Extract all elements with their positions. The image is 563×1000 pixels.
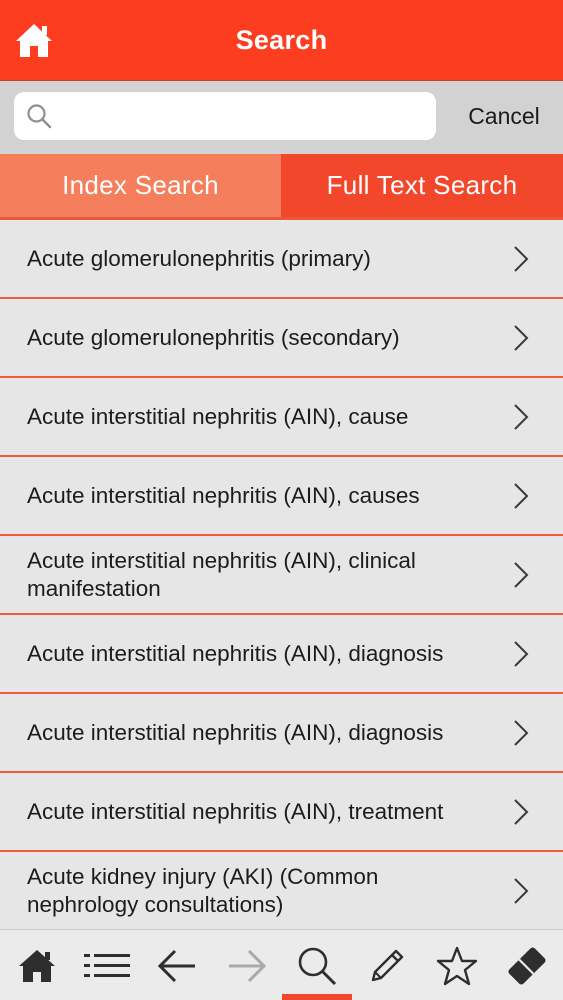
list-icon (84, 953, 130, 977)
forward-arrow-icon (229, 949, 267, 982)
chevron-right-icon (514, 798, 529, 825)
tab-full-text-search[interactable]: Full Text Search (281, 154, 563, 217)
search-field[interactable] (14, 92, 436, 140)
cancel-button[interactable]: Cancel (456, 92, 552, 140)
list-item-label: Acute interstitial nephritis (AIN), trea… (27, 798, 444, 824)
list-item[interactable]: Acute kidney injury (AKI) (Common nephro… (0, 852, 563, 929)
chevron-right-icon (514, 324, 529, 351)
list-item-label: Acute interstitial nephritis (AIN), diag… (27, 640, 444, 666)
list-item[interactable]: Acute interstitial nephritis (AIN), diag… (0, 694, 563, 773)
search-bar: Cancel (0, 80, 563, 154)
list-item-label: Acute glomerulonephritis (primary) (27, 245, 371, 271)
results-list: Acute glomerulonephritis (primary) Acute… (0, 217, 563, 929)
chevron-right-icon (514, 719, 529, 746)
home-icon (19, 949, 55, 982)
bottom-toolbar (0, 929, 563, 1000)
toolbar-eraser-button[interactable] (492, 930, 562, 1000)
toolbar-home-button[interactable] (2, 930, 72, 1000)
list-item[interactable]: Acute interstitial nephritis (AIN), diag… (0, 615, 563, 694)
list-item-label: Acute interstitial nephritis (AIN), caus… (27, 482, 420, 508)
search-icon (298, 947, 337, 985)
chevron-right-icon (514, 403, 529, 430)
toolbar-search-button[interactable] (282, 930, 352, 1000)
tab-index-search[interactable]: Index Search (0, 154, 281, 217)
toolbar-back-button[interactable] (142, 930, 212, 1000)
chevron-right-icon (514, 561, 529, 588)
pencil-icon (371, 949, 404, 981)
list-item-label: Acute interstitial nephritis (AIN), diag… (27, 719, 444, 745)
list-item[interactable]: Acute glomerulonephritis (primary) (0, 220, 563, 299)
list-item[interactable]: Acute interstitial nephritis (AIN), trea… (0, 773, 563, 852)
list-item-label: Acute interstitial nephritis (AIN), clin… (27, 547, 416, 601)
app-screen: Search Cancel Index Search Full Text Sea… (0, 0, 563, 1000)
search-input[interactable] (62, 98, 422, 134)
home-icon (16, 24, 52, 57)
list-item[interactable]: Acute interstitial nephritis (AIN), caus… (0, 457, 563, 536)
chevron-right-icon (514, 245, 529, 272)
eraser-icon (508, 946, 546, 985)
chevron-right-icon (514, 482, 529, 509)
magnifier-icon (27, 104, 52, 129)
nav-bar: Search (0, 0, 563, 80)
search-mode-tabs: Index Search Full Text Search (0, 154, 563, 217)
list-item-label: Acute glomerulonephritis (secondary) (27, 324, 400, 350)
page-title: Search (235, 24, 328, 55)
list-item[interactable]: Acute glomerulonephritis (secondary) (0, 299, 563, 378)
active-tab-indicator (282, 994, 352, 1000)
chevron-right-icon (514, 640, 529, 667)
list-item[interactable]: Acute interstitial nephritis (AIN), caus… (0, 378, 563, 457)
toolbar-forward-button[interactable] (212, 930, 282, 1000)
list-item[interactable]: Acute interstitial nephritis (AIN), clin… (0, 536, 563, 615)
star-icon (436, 946, 478, 985)
toolbar-notes-button[interactable] (352, 930, 422, 1000)
list-item-label: Acute interstitial nephritis (AIN), caus… (27, 403, 409, 429)
toolbar-bookmarks-button[interactable] (422, 930, 492, 1000)
chevron-right-icon (514, 877, 529, 904)
toolbar-contents-button[interactable] (72, 930, 142, 1000)
list-item-label: Acute kidney injury (AKI) (Common nephro… (27, 863, 379, 917)
back-arrow-icon (157, 949, 195, 982)
home-button[interactable] (14, 20, 54, 60)
